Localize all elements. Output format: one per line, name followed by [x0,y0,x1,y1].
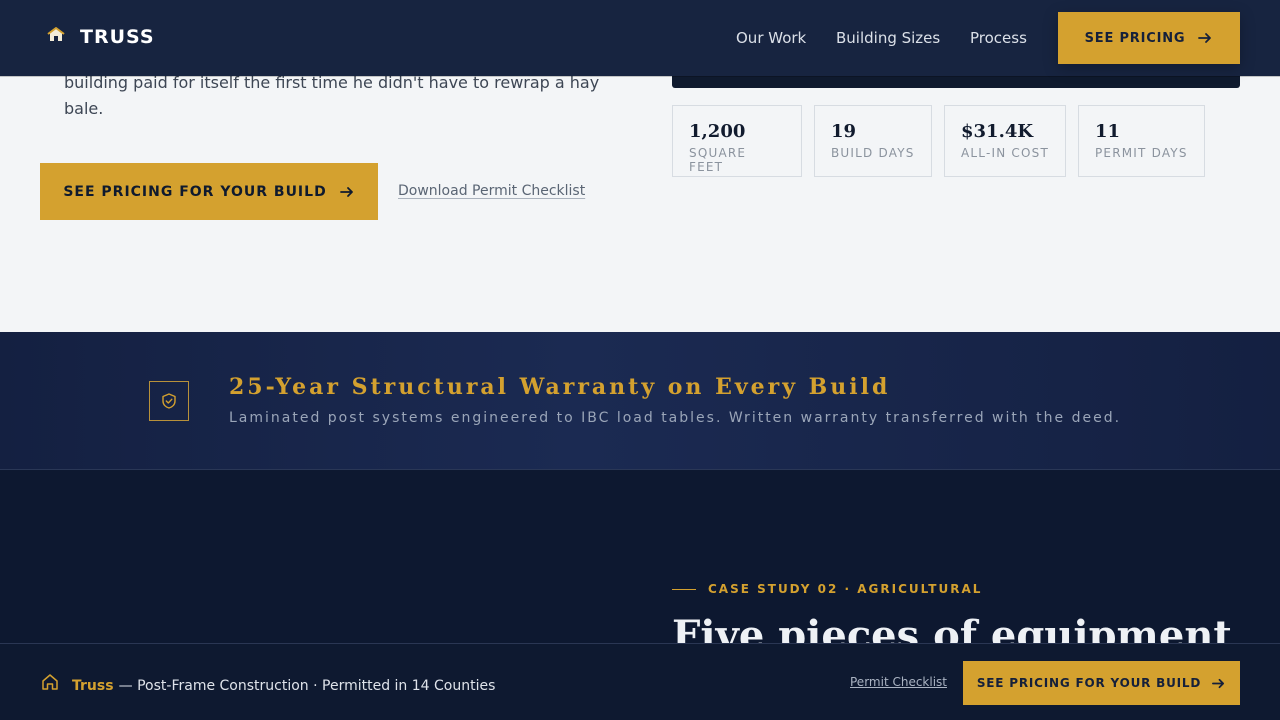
shield-check-icon [149,381,189,421]
eyebrow-rule [672,588,696,590]
house-logo-icon [46,25,66,49]
stat-value: 1,200 [689,121,746,142]
footer-brand-line: Truss — Post-Frame Construction · Permit… [40,672,495,696]
nav-our-work[interactable]: Our Work [736,29,806,47]
warranty-subtitle: Laminated post systems engineered to IBC… [229,410,1122,426]
see-pricing-for-your-build-button[interactable]: SEE PRICING FOR YOUR BUILD [40,163,378,220]
footer-tagline: — Post-Frame Construction · Permitted in… [118,677,496,694]
stat-label: ALL-IN COST [961,146,1050,160]
download-permit-checklist-link[interactable]: Download Permit Checklist [398,183,585,199]
stat-square-feet: 1,200 SQUARE FEET [672,105,802,177]
stat-permit-days: 11 PERMIT DAYS [1078,105,1205,177]
stat-label: BUILD DAYS [831,146,915,160]
footer-brand: Truss [72,677,114,694]
arrow-right-icon [1211,676,1226,691]
eyebrow-text: CASE STUDY 02 · AGRICULTURAL [708,582,983,596]
stat-value: 11 [1095,121,1121,142]
header-see-pricing-button[interactable]: SEE PRICING [1058,12,1240,64]
site-header: TRUSS Our Work Building Sizes Process SE… [0,0,1280,76]
stat-value: $31.4K [961,121,1034,142]
sticky-cta-bar: Truss — Post-Frame Construction · Permit… [0,643,1280,720]
warranty-banner: 25-Year Structural Warranty on Every Bui… [0,332,1280,470]
arrow-right-icon [1197,30,1213,46]
footer-see-pricing-button[interactable]: SEE PRICING FOR YOUR BUILD [963,661,1240,705]
case-study-eyebrow: CASE STUDY 02 · AGRICULTURAL [672,582,982,596]
footer-permit-checklist-link[interactable]: Permit Checklist [850,675,947,689]
stat-label: PERMIT DAYS [1095,146,1188,160]
cta-label: SEE PRICING FOR YOUR BUILD [63,183,327,200]
brand-logo[interactable]: TRUSS [46,25,155,49]
stat-label: SQUARE FEET [689,146,747,174]
stat-build-days: 19 BUILD DAYS [814,105,932,177]
warranty-title: 25-Year Structural Warranty on Every Bui… [229,374,891,400]
nav-process[interactable]: Process [970,29,1027,47]
brand-name: TRUSS [80,26,155,48]
arrow-right-icon [339,184,355,200]
stat-all-in-cost: $31.4K ALL-IN COST [944,105,1066,177]
home-outline-icon [40,672,60,696]
footer-cta-label: SEE PRICING FOR YOUR BUILD [976,676,1202,690]
hero-body-line-2: bale. [64,99,104,118]
hero-testimonial-text: building paid for itself the first time … [64,70,624,122]
stat-value: 19 [831,121,857,142]
header-cta-label: SEE PRICING [1084,30,1186,46]
nav-building-sizes[interactable]: Building Sizes [836,29,940,47]
